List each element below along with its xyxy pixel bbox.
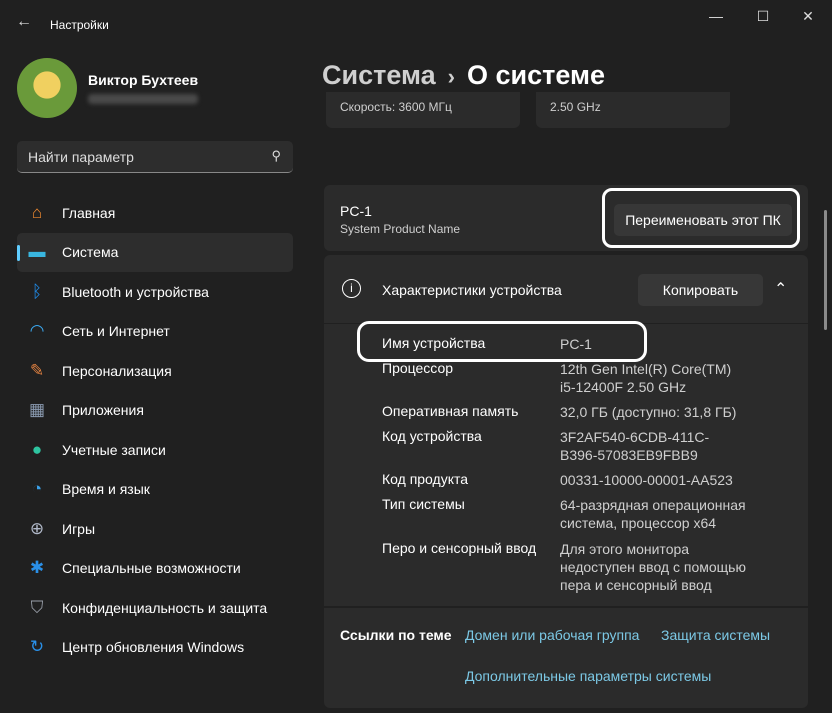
sidebar-item-label: Время и язык bbox=[62, 481, 150, 498]
spec-value: 00331-10000-00001-AA523 bbox=[560, 472, 733, 488]
spec-value: 12th Gen Intel(R) Core(TM) i5-12400F 2.5… bbox=[560, 361, 732, 395]
cpu-card: 2.50 GHz bbox=[536, 92, 730, 128]
sidebar-item[interactable]: ● Учетные записи bbox=[17, 430, 293, 470]
memory-card: Скорость: 3600 МГц bbox=[326, 92, 520, 128]
specs-body: Имя устройства PC-1 Процессор 12th Gen I… bbox=[324, 324, 808, 606]
window-title: Настройки bbox=[50, 18, 109, 32]
pc-model: System Product Name bbox=[340, 222, 461, 236]
sidebar-item-label: Учетные записи bbox=[62, 441, 166, 458]
highlight-frame bbox=[602, 188, 800, 248]
sidebar-item[interactable]: ▬ Система bbox=[17, 232, 293, 272]
spec-value: Для этого монитора недоступен ввод с пом… bbox=[560, 541, 746, 593]
sidebar-item[interactable]: ↻ Центр обновления Windows bbox=[17, 628, 293, 668]
sidebar-item-label: Сеть и Интернет bbox=[62, 323, 170, 340]
breadcrumb-parent-overlay: Система bbox=[322, 60, 436, 90]
spec-value: 64-разрядная операционная система, проце… bbox=[560, 497, 746, 531]
home-icon: ⌂ bbox=[31, 202, 43, 222]
sidebar-item-label: Специальные возможности bbox=[62, 560, 241, 577]
memory-speed: Скорость: 3600 МГц bbox=[340, 100, 452, 114]
pc-name: PC-1 bbox=[340, 203, 372, 219]
chevron-up-icon[interactable]: ⌃ bbox=[774, 279, 787, 299]
search-placeholder: Найти параметр bbox=[28, 149, 134, 165]
sidebar-item[interactable]: ◔ Время и язык bbox=[17, 470, 293, 510]
spec-label: Тип системы bbox=[382, 496, 465, 512]
spec-label: Код устройства bbox=[382, 428, 482, 444]
info-icon: i bbox=[342, 279, 361, 298]
specs-header[interactable]: i Характеристики устройства Копировать ⌃ bbox=[324, 255, 808, 323]
sidebar-item-label: Bluetooth и устройства bbox=[62, 283, 209, 300]
account-icon: ● bbox=[31, 439, 43, 459]
cpu-speed: 2.50 GHz bbox=[550, 100, 601, 114]
sidebar-item[interactable]: ᛒ Bluetooth и устройства bbox=[17, 272, 293, 312]
sidebar-item-label: Центр обновления Windows bbox=[62, 639, 245, 656]
related-links: Ссылки по теме Домен или рабочая группа … bbox=[324, 608, 808, 708]
spec-label: Перо и сенсорный ввод bbox=[382, 540, 537, 556]
wifi-icon: ◠ bbox=[29, 321, 45, 341]
sidebar-item[interactable]: ◠ Сеть и Интернет bbox=[17, 312, 293, 352]
sidebar-item-label: Персонализация bbox=[62, 362, 172, 379]
copy-button[interactable]: Копировать bbox=[638, 274, 763, 306]
user-name: Виктор Бухтеев bbox=[88, 72, 199, 88]
maximize-button[interactable]: ☐ bbox=[750, 8, 776, 28]
monitor-icon: ▬ bbox=[28, 242, 46, 262]
spec-value: 32,0 ГБ (доступно: 31,8 ГБ) bbox=[560, 404, 737, 420]
avatar[interactable] bbox=[17, 58, 77, 118]
title-bar: ← Настройки — ☐ ✕ bbox=[0, 0, 832, 50]
specs-title: Характеристики устройства bbox=[382, 282, 562, 298]
close-button[interactable]: ✕ bbox=[795, 8, 821, 28]
globe-clock-icon: ◔ bbox=[31, 479, 43, 499]
sidebar-item-label: Конфиденциальность и защита bbox=[62, 599, 268, 616]
spec-value: 3F2AF540-6CDB-411C-B396-57083EB9FBB9 bbox=[560, 429, 710, 463]
breadcrumb-current-overlay: О системе bbox=[466, 60, 605, 90]
sidebar-item[interactable]: ⌂ Главная bbox=[17, 193, 293, 233]
spec-label: Оперативная память bbox=[382, 403, 519, 419]
sidebar-item-label: Система bbox=[62, 244, 119, 261]
search-icon[interactable]: ⚲ bbox=[271, 148, 281, 164]
bluetooth-icon: ᛒ bbox=[31, 281, 43, 301]
sidebar-nav: ⌂ Главная ▬ Система ᛒ Bluetooth и устройства ◠… bbox=[17, 193, 293, 667]
shield-icon: ⛉ bbox=[30, 597, 44, 617]
link-advanced-settings[interactable]: Дополнительные параметры системы bbox=[465, 668, 711, 684]
spec-label: Код продукта bbox=[382, 471, 469, 487]
update-icon: ↻ bbox=[29, 637, 45, 657]
apps-icon: ▦ bbox=[28, 400, 46, 420]
minimize-button[interactable]: — bbox=[703, 8, 729, 28]
sidebar-item[interactable]: ▦ Приложения bbox=[17, 391, 293, 431]
back-arrow-icon[interactable]: ← bbox=[16, 13, 32, 31]
accessibility-icon: ✱ bbox=[29, 558, 45, 578]
link-system-protection[interactable]: Защита системы bbox=[661, 627, 770, 643]
sidebar-item-label: Главная bbox=[62, 204, 116, 221]
brush-icon: ✎ bbox=[29, 360, 45, 380]
spec-label: Процессор bbox=[382, 360, 454, 376]
sidebar-item-label: Игры bbox=[62, 520, 96, 537]
search-input[interactable]: Найти параметр ⚲ bbox=[17, 141, 293, 173]
sidebar-item[interactable]: ⊕ Игры bbox=[17, 509, 293, 549]
gamepad-icon: ⊕ bbox=[29, 518, 45, 538]
links-title: Ссылки по теме bbox=[340, 627, 452, 643]
highlight-frame bbox=[357, 321, 647, 362]
scrollbar[interactable] bbox=[824, 210, 827, 330]
link-domain[interactable]: Домен или рабочая группа bbox=[465, 627, 639, 643]
user-email-blurred bbox=[88, 94, 198, 104]
sidebar-item[interactable]: ⛉ Конфиденциальность и защита bbox=[17, 588, 293, 628]
sidebar-item[interactable]: ✎ Персонализация bbox=[17, 351, 293, 391]
sidebar-item[interactable]: ✱ Специальные возможности bbox=[17, 549, 293, 589]
sidebar-item-label: Приложения bbox=[62, 402, 144, 419]
